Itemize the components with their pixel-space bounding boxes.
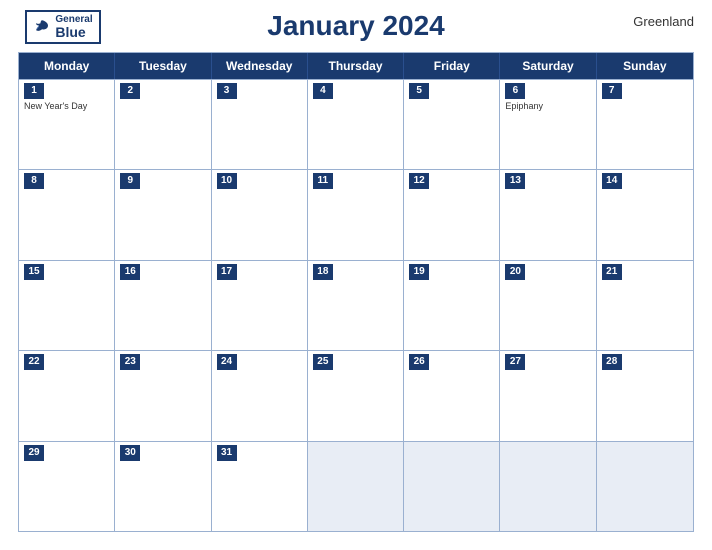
- calendar-header: General Blue January 2024 Greenland: [18, 10, 694, 44]
- day-number: 14: [602, 173, 622, 189]
- weeks-container: 1New Year's Day23456Epiphany789101112131…: [19, 79, 693, 531]
- day-cell-16: 16: [115, 261, 211, 350]
- day-number: 6: [505, 83, 525, 99]
- day-cell-24: 24: [212, 351, 308, 440]
- day-number: 26: [409, 354, 429, 370]
- day-header-sunday: Sunday: [597, 53, 693, 79]
- day-number: 3: [217, 83, 237, 99]
- day-number: 9: [120, 173, 140, 189]
- day-cell-5: 5: [404, 80, 500, 169]
- week-row-2: 8 9 10 11 12 13 14: [19, 169, 693, 259]
- day-header-monday: Monday: [19, 53, 115, 79]
- day-cell-23: 23: [115, 351, 211, 440]
- day-cell-10: 10: [212, 170, 308, 259]
- calendar-wrapper: General Blue January 2024 Greenland Mond…: [0, 0, 712, 550]
- day-cell-17: 17: [212, 261, 308, 350]
- day-cell-2: 2: [115, 80, 211, 169]
- logo-area: General Blue: [18, 10, 108, 44]
- day-number: 25: [313, 354, 333, 370]
- day-cell-4: 4: [308, 80, 404, 169]
- day-header-wednesday: Wednesday: [212, 53, 308, 79]
- day-number: 10: [217, 173, 237, 189]
- day-cell-9: 9: [115, 170, 211, 259]
- calendar-grid: MondayTuesdayWednesdayThursdayFridaySatu…: [18, 52, 694, 532]
- day-cell-7: 7: [597, 80, 693, 169]
- day-cell-empty: [500, 442, 596, 531]
- day-cell-3: 3: [212, 80, 308, 169]
- day-header-thursday: Thursday: [308, 53, 404, 79]
- day-cell-empty: [404, 442, 500, 531]
- day-number: 7: [602, 83, 622, 99]
- day-cell-27: 27: [500, 351, 596, 440]
- day-number: 29: [24, 445, 44, 461]
- holiday-label: Epiphany: [505, 101, 590, 112]
- day-cell-14: 14: [597, 170, 693, 259]
- day-cell-1: 1 New Year's Day: [19, 80, 115, 169]
- day-cell-25: 25: [308, 351, 404, 440]
- day-number: 15: [24, 264, 44, 280]
- day-cell-8: 8: [19, 170, 115, 259]
- day-number: 27: [505, 354, 525, 370]
- day-number: 22: [24, 354, 44, 370]
- day-cell-6: 6 Epiphany: [500, 80, 596, 169]
- week-row-3: 15 16 17 18 19 20 21: [19, 260, 693, 350]
- day-number: 30: [120, 445, 140, 461]
- logo-bird-icon: [33, 18, 51, 36]
- day-number: 13: [505, 173, 525, 189]
- day-number: 1: [24, 83, 44, 99]
- day-number: 31: [217, 445, 237, 461]
- day-number: 4: [313, 83, 333, 99]
- day-cell-11: 11: [308, 170, 404, 259]
- day-cell-15: 15: [19, 261, 115, 350]
- day-cell-22: 22: [19, 351, 115, 440]
- day-number: 28: [602, 354, 622, 370]
- day-number: 12: [409, 173, 429, 189]
- week-row-1: 1 New Year's Day 2 3 4 5 6 Epiphany 7: [19, 79, 693, 169]
- day-number: 19: [409, 264, 429, 280]
- day-number: 18: [313, 264, 333, 280]
- day-number: 23: [120, 354, 140, 370]
- day-headers-row: MondayTuesdayWednesdayThursdayFridaySatu…: [19, 53, 693, 79]
- day-cell-26: 26: [404, 351, 500, 440]
- day-header-saturday: Saturday: [500, 53, 596, 79]
- holiday-label: New Year's Day: [24, 101, 109, 112]
- day-cell-18: 18: [308, 261, 404, 350]
- day-number: 24: [217, 354, 237, 370]
- day-number: 16: [120, 264, 140, 280]
- day-cell-31: 31: [212, 442, 308, 531]
- title-area: January 2024: [108, 10, 604, 42]
- day-number: 17: [217, 264, 237, 280]
- day-cell-empty: [597, 442, 693, 531]
- day-header-friday: Friday: [404, 53, 500, 79]
- day-number: 20: [505, 264, 525, 280]
- calendar-title: January 2024: [108, 10, 604, 42]
- day-cell-13: 13: [500, 170, 596, 259]
- day-number: 8: [24, 173, 44, 189]
- logo-blue-text: Blue: [55, 25, 85, 39]
- logo-box: General Blue: [25, 10, 100, 44]
- day-number: 5: [409, 83, 429, 99]
- week-row-4: 22 23 24 25 26 27 28: [19, 350, 693, 440]
- day-cell-20: 20: [500, 261, 596, 350]
- day-number: 21: [602, 264, 622, 280]
- region-label: Greenland: [604, 10, 694, 29]
- day-cell-29: 29: [19, 442, 115, 531]
- day-cell-19: 19: [404, 261, 500, 350]
- day-header-tuesday: Tuesday: [115, 53, 211, 79]
- day-cell-21: 21: [597, 261, 693, 350]
- day-number: 11: [313, 173, 333, 189]
- day-number: 2: [120, 83, 140, 99]
- day-cell-30: 30: [115, 442, 211, 531]
- day-cell-12: 12: [404, 170, 500, 259]
- day-cell-empty: [308, 442, 404, 531]
- week-row-5: 29 30 31: [19, 441, 693, 531]
- day-cell-28: 28: [597, 351, 693, 440]
